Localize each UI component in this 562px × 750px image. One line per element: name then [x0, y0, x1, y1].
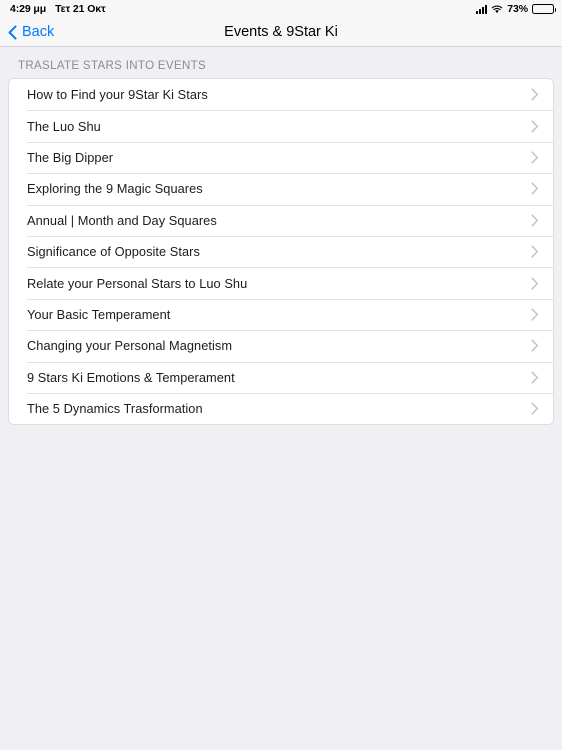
- battery-icon: [532, 4, 556, 14]
- chevron-left-icon: [8, 24, 17, 40]
- list-item-label: Your Basic Temperament: [27, 306, 171, 322]
- list-item-label: Annual | Month and Day Squares: [27, 212, 217, 228]
- status-time: 4:29 μμ: [10, 3, 47, 15]
- cellular-signal-icon: [476, 4, 488, 14]
- content-area: TRASLATE STARS INTO EVENTS How to Find y…: [0, 47, 562, 426]
- section-header: TRASLATE STARS INTO EVENTS: [18, 60, 207, 72]
- chevron-right-icon: [531, 120, 539, 133]
- chevron-right-icon: [531, 151, 539, 164]
- list-item[interactable]: The 5 Dynamics Trasformation: [9, 392, 553, 425]
- list-item[interactable]: 9 Stars Ki Emotions & Temperament: [9, 361, 553, 393]
- list-item[interactable]: The Big Dipper: [9, 141, 553, 174]
- status-date: Τετ 21 Οκτ: [55, 3, 106, 15]
- status-bar: 4:29 μμ Τετ 21 Οκτ 73%: [0, 0, 562, 18]
- chevron-right-icon: [531, 88, 539, 101]
- chevron-right-icon: [531, 182, 539, 195]
- chevron-right-icon: [531, 402, 539, 415]
- list-item[interactable]: Your Basic Temperament: [9, 298, 553, 331]
- list-item[interactable]: Significance of Opposite Stars: [9, 235, 553, 268]
- list-item-label: Exploring the 9 Magic Squares: [27, 181, 203, 197]
- navigation-bar: Back Events & 9Star Ki: [0, 18, 562, 47]
- list-item[interactable]: Annual | Month and Day Squares: [9, 204, 553, 236]
- list-item[interactable]: How to Find your 9Star Ki Stars: [9, 79, 553, 111]
- list-item-label: How to Find your 9Star Ki Stars: [27, 87, 208, 103]
- list-item-label: 9 Stars Ki Emotions & Temperament: [27, 369, 235, 385]
- list-item-label: Significance of Opposite Stars: [27, 244, 200, 260]
- list-item[interactable]: Exploring the 9 Magic Squares: [9, 173, 553, 205]
- wifi-icon: [491, 5, 503, 14]
- back-button-label: Back: [22, 24, 55, 40]
- chevron-right-icon: [531, 308, 539, 321]
- chevron-right-icon: [531, 245, 539, 258]
- battery-percentage: 73%: [507, 3, 528, 15]
- list-item-label: Relate your Personal Stars to Luo Shu: [27, 275, 248, 291]
- chevron-right-icon: [531, 339, 539, 352]
- status-bar-left: 4:29 μμ Τετ 21 Οκτ: [10, 3, 106, 15]
- list-item-label: The 5 Dynamics Trasformation: [27, 401, 203, 417]
- status-bar-right: 73%: [476, 3, 556, 15]
- back-button[interactable]: Back: [8, 24, 54, 40]
- settings-list: How to Find your 9Star Ki Stars The Luo S…: [8, 78, 554, 426]
- chevron-right-icon: [531, 276, 539, 290]
- page-title: Events & 9Star Ki: [224, 24, 338, 40]
- chevron-right-icon: [531, 214, 539, 227]
- list-item[interactable]: The Luo Shu: [9, 110, 553, 142]
- list-item[interactable]: Changing your Personal Magnetism: [9, 330, 553, 362]
- list-item-label: The Big Dipper: [27, 149, 114, 165]
- list-item-label: Changing your Personal Magnetism: [27, 338, 233, 354]
- list-item-label: The Luo Shu: [27, 118, 101, 134]
- chevron-right-icon: [531, 371, 539, 384]
- list-item[interactable]: Relate your Personal Stars to Luo Shu: [9, 267, 553, 299]
